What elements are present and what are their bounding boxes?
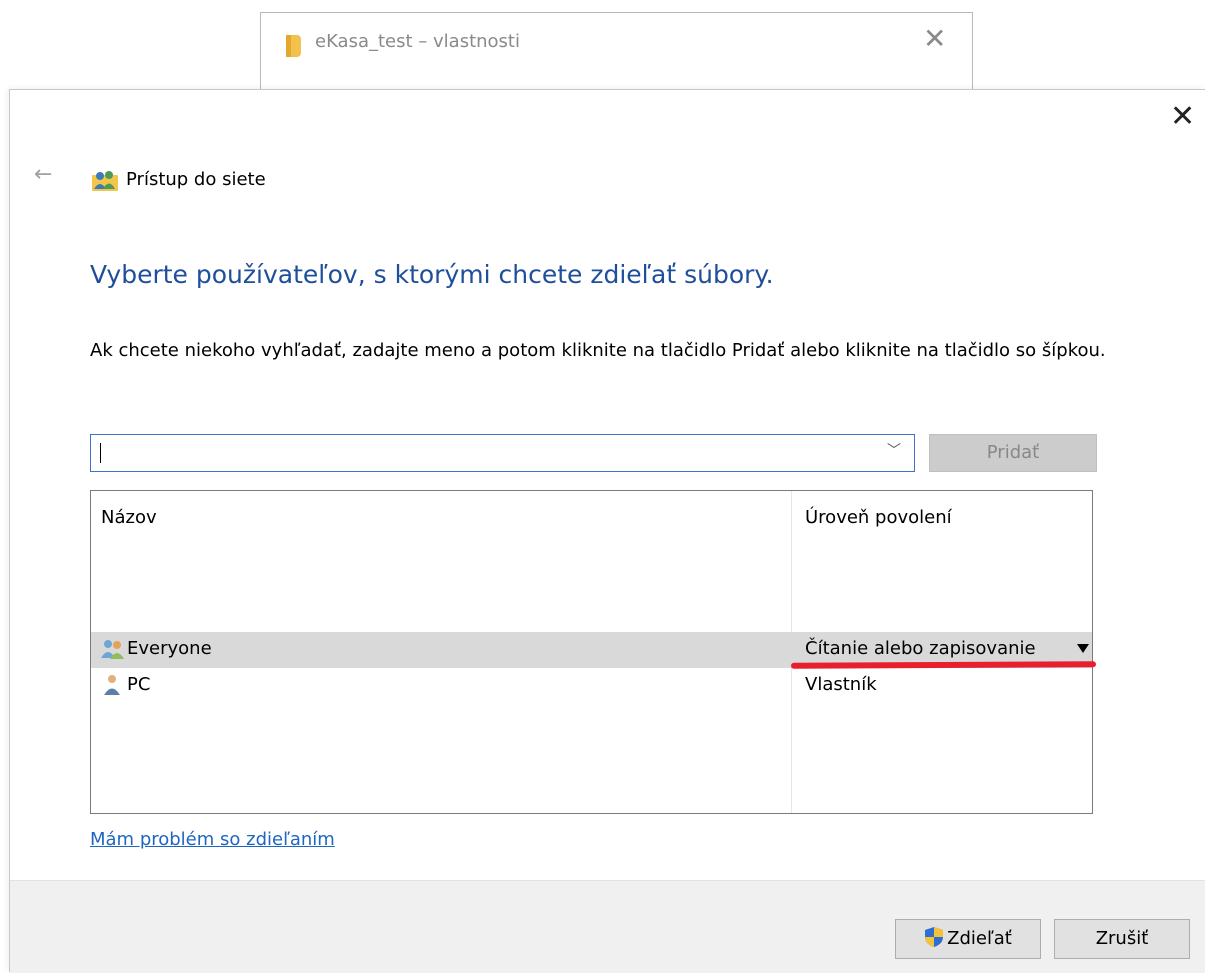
folder-icon (286, 35, 301, 57)
background-window-titlebar[interactable]: eKasa_test – vlastnosti ✕ (261, 13, 972, 75)
add-button[interactable]: Pridať (929, 434, 1097, 472)
table-row-pc[interactable]: PC Vlastník (91, 668, 1092, 704)
dropdown-arrow-icon[interactable] (1077, 644, 1089, 653)
share-button-label: Zdieľať (947, 928, 1012, 949)
instructions-text: Ak chcete niekoho vyhľadať, zadajte meno… (90, 340, 1106, 361)
row-user-name: PC (127, 674, 151, 695)
row-permission-level[interactable]: Vlastník (805, 674, 877, 695)
close-icon[interactable]: ✕ (1170, 102, 1195, 132)
text-cursor (100, 443, 101, 463)
column-header-name[interactable]: Názov (101, 507, 157, 528)
background-window-title: eKasa_test – vlastnosti (315, 31, 520, 52)
user-name-combobox[interactable]: ﹀ (90, 434, 915, 472)
dialog-footer: Zdieľať Zrušiť (10, 880, 1205, 973)
table-row-everyone[interactable]: Everyone Čítanie alebo zapisovanie (91, 632, 1097, 669)
column-header-permission[interactable]: Úroveň povolení (805, 507, 952, 528)
background-close-icon[interactable]: ✕ (923, 25, 946, 53)
cancel-button[interactable]: Zrušiť (1054, 919, 1190, 959)
user-icon (104, 675, 120, 695)
users-table: Názov Úroveň povolení Everyone Čítanie a… (90, 490, 1097, 814)
group-icon (101, 640, 124, 659)
row-user-name: Everyone (127, 638, 212, 659)
share-button[interactable]: Zdieľať (895, 919, 1041, 959)
chevron-down-icon[interactable]: ﹀ (887, 444, 901, 458)
back-arrow-icon[interactable]: ← (34, 164, 52, 186)
user-name-input[interactable] (105, 439, 879, 469)
page-title: Vyberte používateľov, s ktorými chcete z… (90, 260, 774, 289)
row-permission-level[interactable]: Čítanie alebo zapisovanie (805, 638, 1036, 659)
share-dialog: ✕ ← Prístup do siete Vyberte používateľo… (9, 89, 1205, 973)
sharing-help-link[interactable]: Mám problém so zdieľaním (90, 829, 335, 850)
header-title: Prístup do siete (126, 169, 266, 190)
network-people-icon (92, 171, 118, 191)
uac-shield-icon (925, 927, 944, 947)
